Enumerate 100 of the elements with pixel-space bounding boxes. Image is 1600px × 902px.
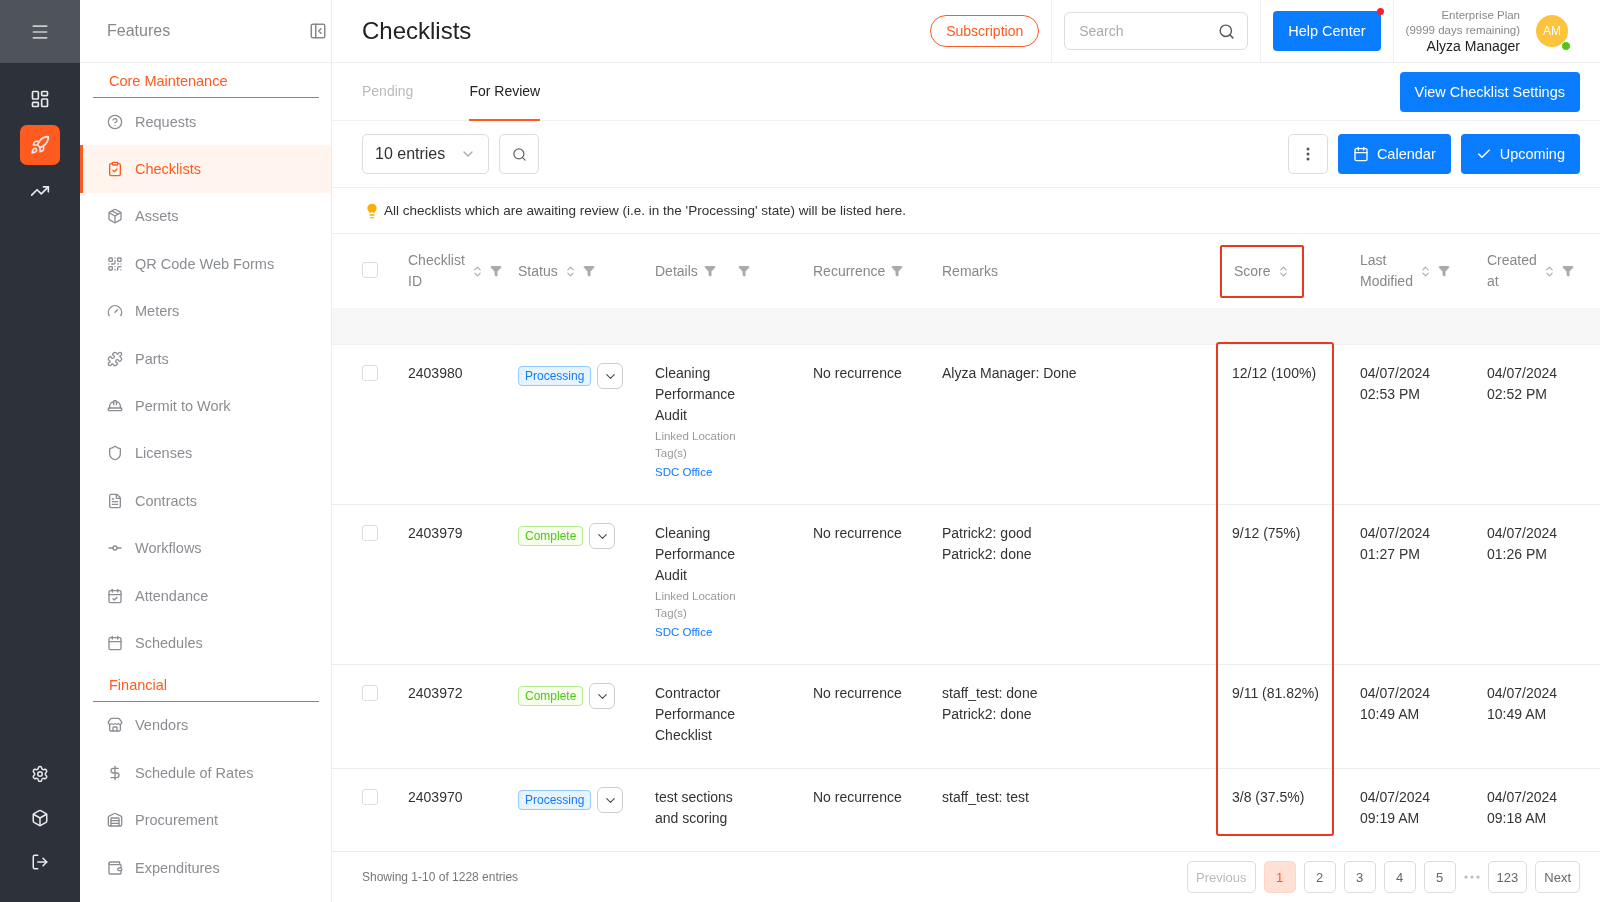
search-icon (1218, 22, 1236, 40)
page-title: Checklists (362, 17, 473, 45)
more-icon (1305, 147, 1310, 161)
search-field[interactable]: Search (1064, 12, 1249, 50)
more-button[interactable] (1287, 134, 1328, 174)
days-remaining: (9999 days remaining) (1405, 23, 1520, 38)
search-button[interactable] (499, 134, 539, 174)
sidebar-item[interactable]: Parts (80, 334, 331, 383)
sidebar-item[interactable]: Attendance (80, 571, 331, 620)
sidebar-item[interactable]: Assets (80, 192, 331, 241)
sidebar-item[interactable]: Checklists (80, 145, 331, 193)
document-icon (107, 492, 123, 509)
column-header: Details (655, 261, 698, 281)
filter-icon[interactable] (703, 265, 716, 277)
section-title: Financial (93, 666, 319, 702)
calendar-icon (107, 635, 123, 651)
remark: Alyza Manager: Done (942, 364, 1078, 383)
location-link[interactable]: SDC Office (655, 622, 755, 642)
modified-date: 04/07/2024 09:19 AM (1360, 788, 1432, 828)
ellipsis-icon (1463, 875, 1480, 879)
score: 3/8 (37.5%) (1232, 788, 1306, 807)
plan-name: Enterprise Plan (1441, 8, 1520, 23)
sidebar-item[interactable]: Permit to Work (80, 382, 331, 430)
page-button[interactable]: 5 (1423, 861, 1456, 893)
calendar-icon (1352, 146, 1369, 162)
help-center-button[interactable]: Help Center (1273, 11, 1381, 51)
entries-summary: Showing 1-10 of 1228 entries (362, 870, 520, 884)
expand-button[interactable] (589, 683, 616, 709)
checklist-name: Cleaning Performance Audit (655, 524, 737, 585)
entries-select[interactable]: 10 entries (362, 134, 489, 174)
status-badge: Processing (518, 790, 592, 810)
remark: Patrick2: good (942, 524, 1033, 543)
next-button[interactable]: Next (1535, 861, 1580, 893)
sidebar-item[interactable]: Schedules (80, 619, 331, 667)
sidebar-item[interactable]: Requests (80, 98, 331, 146)
filter-icon[interactable] (891, 265, 904, 277)
sidebar-item[interactable]: Expenditures (80, 843, 331, 892)
user-name: Alyza Manager (1426, 38, 1520, 54)
page-button[interactable]: 123 (1487, 861, 1528, 893)
upcoming-button[interactable]: Upcoming (1460, 134, 1580, 174)
sidebar-item[interactable]: Schedule of Rates (80, 749, 331, 797)
question-icon (107, 113, 123, 130)
page-button[interactable]: 3 (1343, 861, 1376, 893)
created-date: 04/07/2024 02:52 PM (1487, 364, 1559, 404)
tab[interactable]: Pending (362, 62, 414, 121)
sidebar-item[interactable]: Workflows (80, 524, 331, 572)
filter-icon[interactable] (1437, 265, 1450, 277)
remark: staff_test: done (942, 684, 1039, 703)
tab[interactable]: For Review (469, 62, 541, 121)
filter-icon[interactable] (489, 265, 502, 277)
expand-button[interactable] (589, 523, 616, 549)
status-badge: Complete (518, 526, 584, 546)
calendar-button[interactable]: Calendar (1337, 134, 1451, 174)
column-header: Checklist ID (408, 251, 465, 291)
checklist-name: Contractor Performance Checklist (655, 684, 737, 745)
checklist-id: 2403979 (408, 524, 464, 543)
expand-button[interactable] (597, 363, 624, 389)
sidebar-item[interactable]: Vendors (80, 701, 331, 750)
expand-button[interactable] (597, 787, 624, 813)
location-link[interactable]: SDC Office (655, 462, 755, 482)
sidebar-item[interactable]: QR Code Web Forms (80, 240, 331, 288)
created-date: 04/07/2024 10:49 AM (1487, 684, 1559, 724)
score: 9/11 (81.82%) (1232, 684, 1320, 703)
location-label: Linked Location Tag(s) (655, 429, 737, 461)
puzzle-icon (107, 350, 123, 367)
select-all-checkbox[interactable] (362, 262, 378, 278)
modified-date: 04/07/2024 02:53 PM (1360, 364, 1432, 404)
row-checkbox[interactable] (362, 525, 378, 541)
row-checkbox[interactable] (362, 365, 378, 381)
row-checkbox[interactable] (362, 685, 378, 701)
collapse-icon[interactable] (309, 22, 327, 40)
filter-icon[interactable] (1561, 265, 1574, 277)
modified-date: 04/07/2024 10:49 AM (1360, 684, 1432, 724)
checklist-id: 2403980 (408, 364, 464, 383)
filter-icon[interactable] (582, 265, 595, 277)
checklist-id: 2403970 (408, 788, 464, 807)
filter-icon[interactable] (737, 265, 750, 277)
settings-button[interactable]: View Checklist Settings (1399, 71, 1580, 112)
sidebar-item[interactable]: Procurement (80, 796, 331, 844)
page-button[interactable]: 2 (1303, 861, 1336, 893)
sidebar-item[interactable]: Contracts (80, 477, 331, 525)
rocket-icon (30, 135, 50, 155)
search-icon (511, 146, 527, 162)
remark: Patrick2: done (942, 705, 1033, 724)
sidebar-item[interactable]: Meters (80, 287, 331, 335)
sidebar-item[interactable]: Licenses (80, 429, 331, 478)
column-header: Remarks (942, 261, 998, 281)
subscription-button[interactable]: Subscription (930, 15, 1040, 47)
page-button[interactable]: 1 (1263, 861, 1296, 893)
dashboard-icon (30, 89, 50, 109)
qr-code-icon (107, 255, 123, 272)
created-date: 04/07/2024 09:18 AM (1487, 788, 1559, 828)
rail-button[interactable] (20, 125, 60, 165)
status-badge: Complete (518, 686, 584, 706)
checklist-id: 2403972 (408, 684, 464, 703)
row-checkbox[interactable] (362, 789, 378, 805)
previous-button[interactable]: Previous (1187, 861, 1256, 893)
logout-icon (31, 853, 49, 871)
page-button[interactable]: 4 (1383, 861, 1416, 893)
calendar-check-icon (107, 587, 123, 604)
